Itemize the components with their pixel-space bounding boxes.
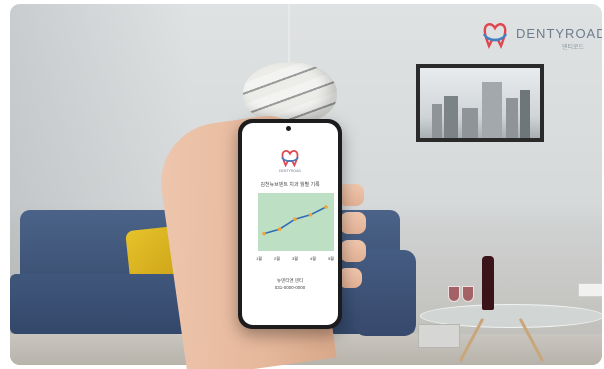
wine-bottle — [482, 256, 494, 310]
tooth-logo-icon — [482, 23, 508, 49]
phone-brand: DENTYROAD — [279, 169, 301, 173]
painting-city-skyline — [420, 68, 540, 138]
sofa-arm — [354, 250, 416, 336]
phone-chart-title: 김천뉴브덴트 치과 월별 기록 — [260, 182, 320, 188]
month-labels: 1월 2월 3월 4월 5월 — [256, 256, 334, 262]
phone-line-chart — [258, 193, 334, 251]
wine-glass — [462, 286, 474, 302]
month-label: 4월 — [310, 256, 316, 261]
wall-socket — [578, 283, 602, 297]
clinic-phone: 031-0000-0000 — [274, 285, 306, 290]
smartphone: DENTYROAD 김천뉴브덴트 치과 월별 기록 1월 2월 3월 4월 5월… — [238, 119, 342, 329]
finger — [340, 240, 366, 262]
month-label: 1월 — [256, 256, 262, 261]
lamp-cord — [288, 4, 290, 66]
data-point — [324, 205, 328, 209]
watermark-brand: DENTYROAD — [516, 26, 602, 41]
data-point — [293, 217, 297, 222]
data-point — [308, 212, 313, 217]
data-point — [277, 227, 282, 232]
month-label: 2월 — [274, 256, 280, 261]
phone-screen: DENTYROAD 김천뉴브덴트 치과 월별 기록 1월 2월 3월 4월 5월… — [242, 123, 338, 325]
month-label: 5월 — [328, 256, 334, 261]
wall-painting — [416, 64, 544, 142]
finger — [340, 212, 366, 234]
wine-glass — [448, 286, 460, 302]
watermark-logo: DENTYROAD 덴티로드 — [480, 18, 602, 54]
camera-icon — [286, 126, 291, 131]
photo-scene: DENTYROAD 덴티로드 DENTYROAD 김천뉴브덴트 치과 월별 기록 — [0, 0, 604, 369]
chart-background — [258, 193, 334, 251]
pendant-lamp — [243, 62, 337, 124]
tooth-logo-icon — [281, 150, 299, 167]
clinic-name: 뉴덴티앤 덴티 — [276, 278, 304, 283]
data-point — [262, 231, 266, 236]
speaker — [418, 324, 460, 348]
watermark-sub: 덴티로드 — [562, 45, 585, 51]
month-label: 3월 — [292, 256, 298, 261]
